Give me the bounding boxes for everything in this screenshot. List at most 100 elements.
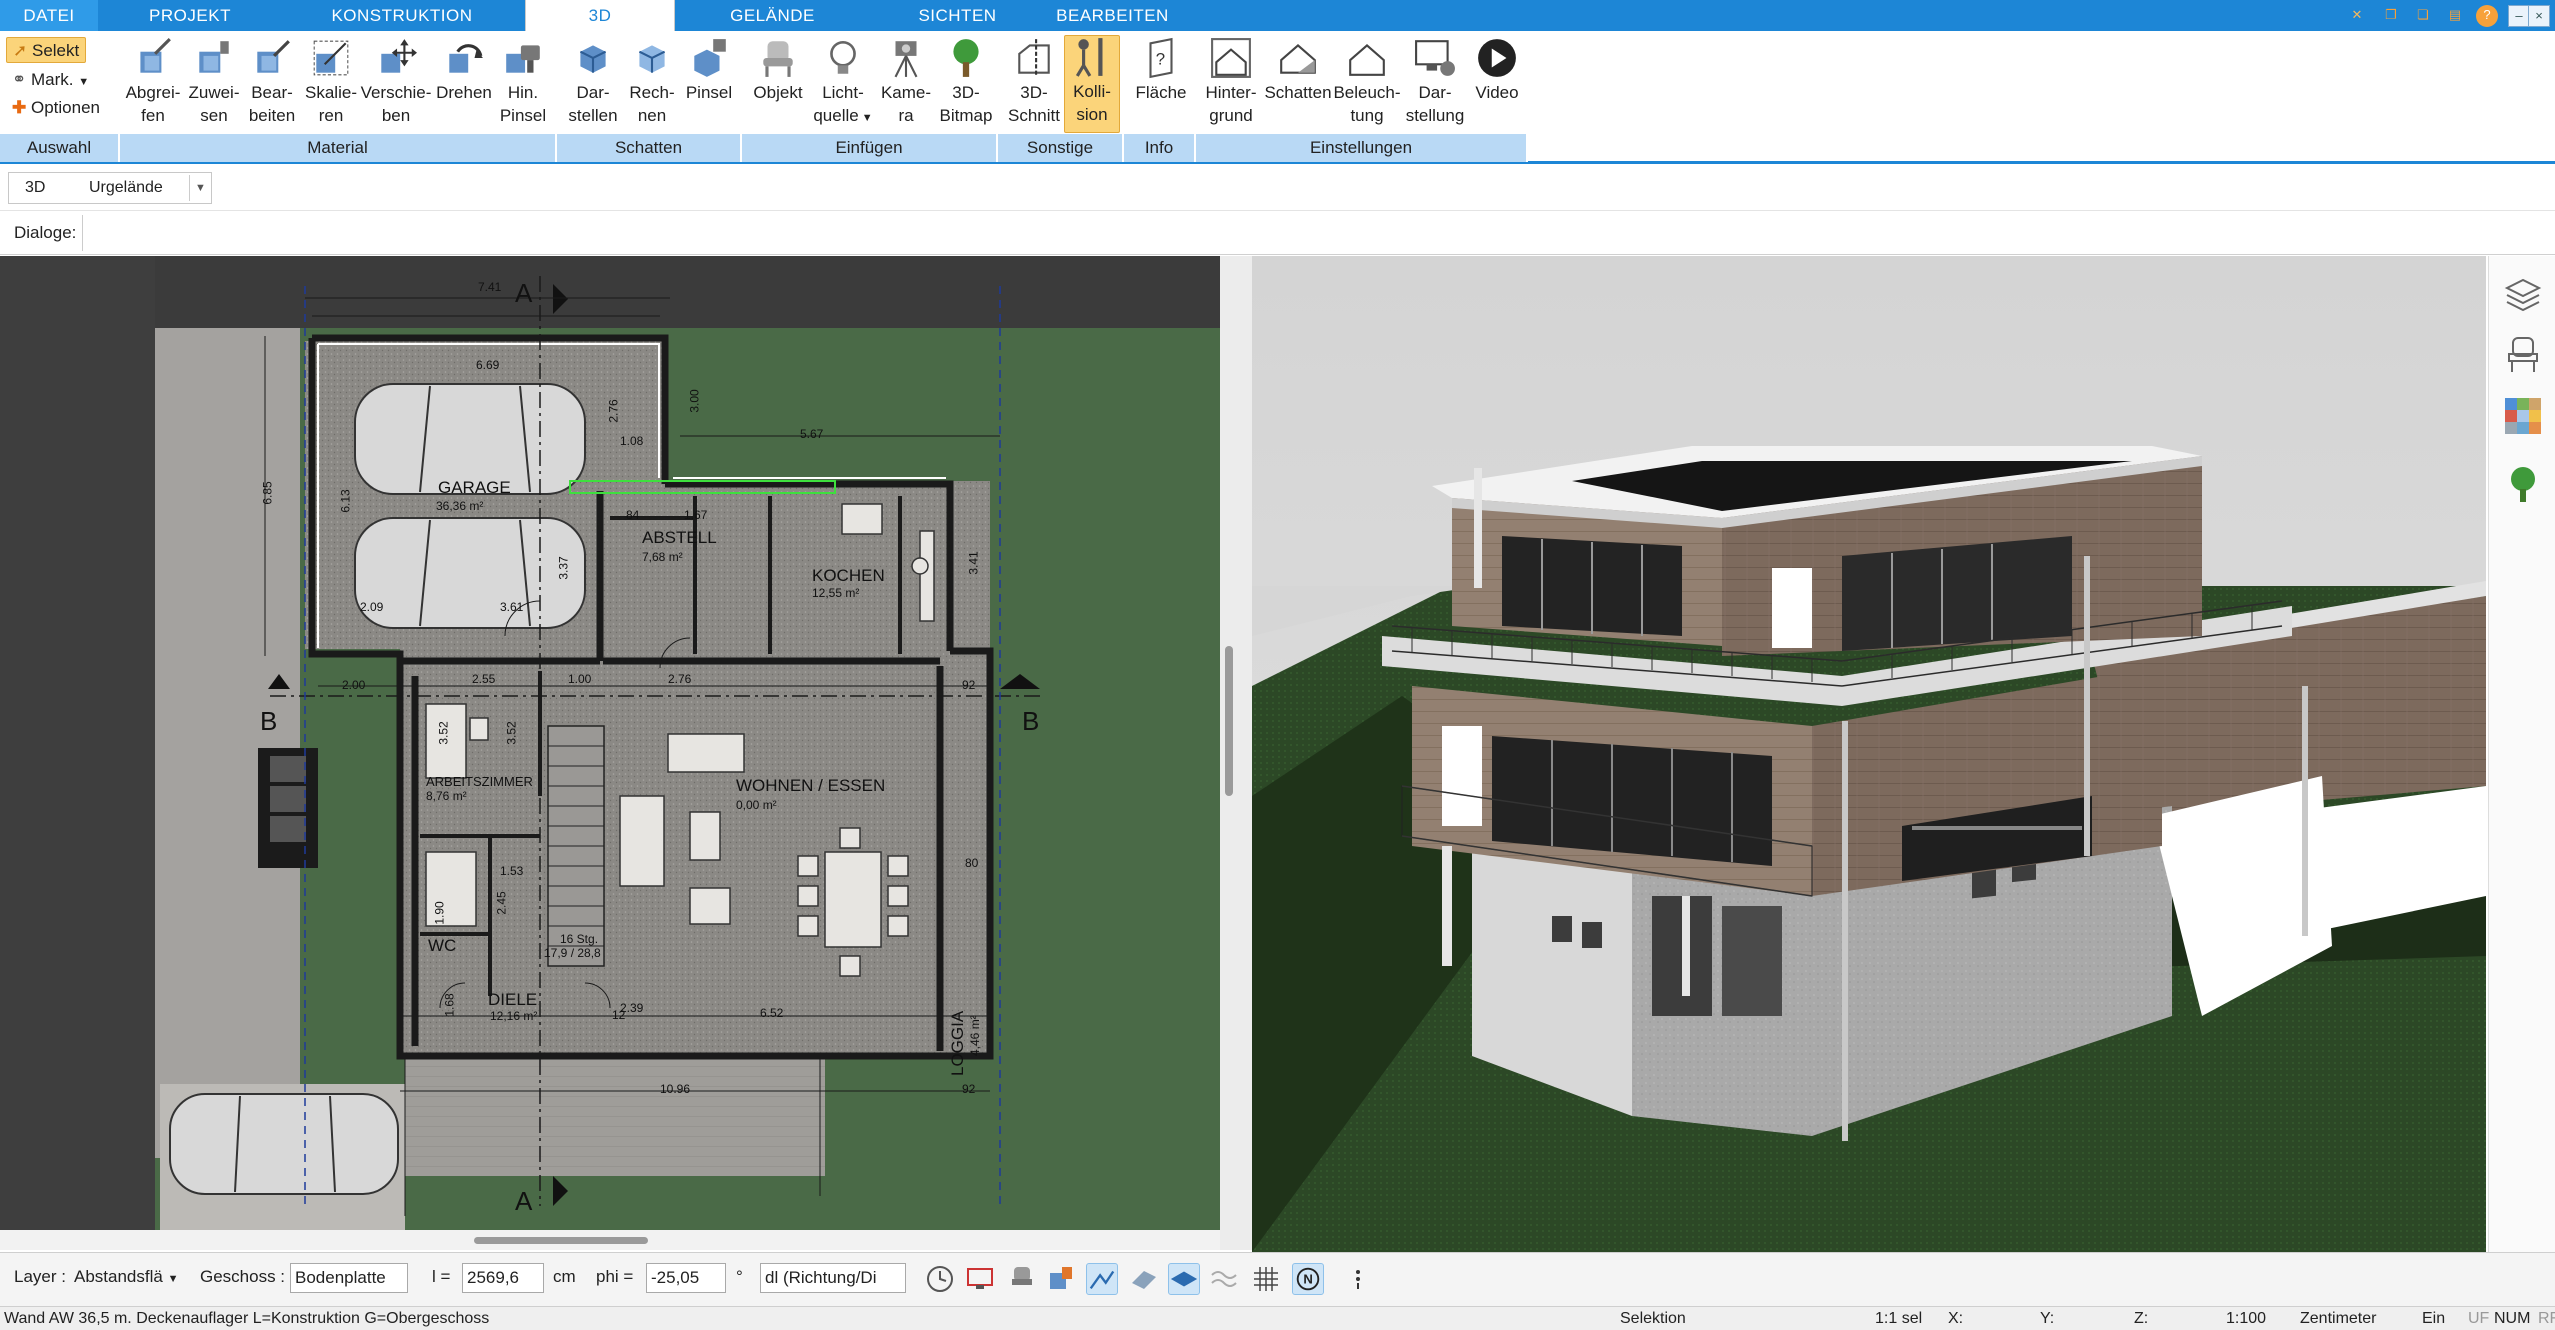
material-apply-icon[interactable]	[1046, 1263, 1078, 1295]
tools-icon[interactable]: ✕	[2346, 5, 2368, 27]
skalieren-button[interactable]: Skalie- ren	[302, 37, 360, 127]
beleuchtung-label-2: tung	[1350, 106, 1384, 125]
tab-bearbeiten[interactable]: BEARBEITEN	[1040, 0, 1185, 31]
verschieben-button[interactable]: Verschie- ben	[358, 37, 434, 127]
hatch-icon[interactable]	[1128, 1263, 1160, 1295]
bitmap3d-label-2: Bitmap	[939, 106, 993, 125]
layer-select[interactable]: Abstandsflä ▼	[70, 1263, 186, 1293]
darstellung-label-2: stellung	[1405, 106, 1465, 125]
tab-datei[interactable]: DATEI	[0, 0, 98, 31]
scrollbar-thumb[interactable]	[474, 1237, 648, 1244]
dim-label: 84	[626, 508, 640, 522]
plan-vertical-scrollbar-thumb[interactable]	[1225, 646, 1233, 796]
dim-label: 2.00	[342, 678, 366, 692]
plan-horizontal-scrollbar[interactable]	[0, 1230, 1220, 1250]
group-label-sonstige: Sonstige	[998, 134, 1124, 162]
bitmap3d-button[interactable]: 3D- Bitmap	[936, 37, 996, 127]
object-settings-icon[interactable]	[1006, 1263, 1038, 1295]
lichtquelle-button[interactable]: Licht- quelle ▼	[810, 37, 876, 130]
3d-view[interactable]	[1252, 256, 2486, 1252]
kamera-button[interactable]: Kame- ra	[876, 37, 936, 127]
window-close-button[interactable]: ×	[2528, 5, 2550, 27]
terrain-toggle-icon[interactable]	[1086, 1263, 1118, 1295]
hin-pinsel-button[interactable]: Hin. Pinsel	[496, 37, 550, 127]
optionen-button[interactable]: ✚ Optionen	[6, 95, 116, 121]
floor-plan-view[interactable]: A A B B GARAGE 36,36 m² ABSTELL 7,68 m² …	[0, 256, 1220, 1230]
layer-label: Layer :	[14, 1267, 66, 1286]
abgreifen-button[interactable]: Abgrei- fen	[120, 37, 186, 127]
move-icon	[381, 39, 417, 73]
monitor-icon[interactable]	[964, 1263, 996, 1295]
view-splitter[interactable]	[1220, 256, 1252, 1250]
plane-icon[interactable]	[1168, 1263, 1200, 1295]
room-kochen-area: 12,55 m²	[812, 586, 860, 600]
dim-label: 6.69	[476, 358, 500, 372]
north-arrow-icon[interactable]: N	[1292, 1263, 1324, 1295]
schatten-settings-button[interactable]: Schatten	[1262, 37, 1334, 104]
length-input[interactable]: 2569,6	[462, 1263, 544, 1293]
tab-3d[interactable]: 3D	[525, 0, 675, 32]
section-mark-b-left: B	[260, 706, 278, 736]
flaeche-button[interactable]: ? Fläche	[1130, 37, 1192, 104]
tile-windows-icon[interactable]: ❏	[2412, 5, 2434, 27]
tab-gelaende[interactable]: GELÄNDE	[700, 0, 845, 31]
cube-brush-icon	[694, 39, 726, 77]
mark-icon: ⚭	[12, 70, 27, 89]
wave-icon[interactable]	[1208, 1263, 1240, 1295]
pinsel-button[interactable]: Pinsel	[680, 37, 738, 104]
mark-button[interactable]: ⚭ Mark. ▼	[6, 67, 96, 93]
dim-label: 92	[962, 1082, 976, 1096]
phi-label: phi =	[596, 1267, 634, 1286]
video-button[interactable]: Video	[1468, 37, 1526, 104]
abgreifen-label-1: Abgrei-	[125, 83, 181, 102]
rechnen-button[interactable]: Rech- nen	[626, 37, 678, 127]
rechnen-label-2: nen	[637, 106, 667, 125]
darstellen-button[interactable]: Dar- stellen	[560, 37, 626, 127]
schnitt3d-button[interactable]: 3D- Schnitt	[1002, 37, 1066, 127]
cursor-icon: ➚	[13, 41, 28, 60]
ribbon: ➚ Selekt ⚭ Mark. ▼ ✚ Optionen Auswahl Ab…	[0, 31, 2555, 164]
clock-icon[interactable]	[924, 1263, 956, 1295]
plant-catalog-icon[interactable]	[2503, 464, 2543, 504]
material-palette-icon[interactable]	[2503, 396, 2543, 436]
layers-icon[interactable]	[2503, 274, 2543, 314]
status-bar: Wand AW 36,5 m. Deckenauflager L=Konstru…	[0, 1306, 2555, 1330]
house-background-icon	[1211, 38, 1251, 78]
tab-projekt[interactable]: PROJEKT	[120, 0, 260, 31]
hinpinsel-label-2: Pinsel	[499, 106, 547, 125]
tab-konstruktion[interactable]: KONSTRUKTION	[322, 0, 482, 31]
direction-select[interactable]: dl (Richtung/Di	[760, 1263, 906, 1293]
selekt-button[interactable]: ➚ Selekt	[6, 37, 86, 63]
terrain-select[interactable]: 3D Urgelände ▼	[8, 172, 212, 204]
darstellung-button[interactable]: Dar- stellung	[1400, 37, 1470, 127]
kollision-button[interactable]: Kolli- sion	[1064, 35, 1120, 133]
chair-catalog-icon[interactable]	[2503, 334, 2543, 374]
hintergrund-button[interactable]: Hinter- grund	[1200, 37, 1262, 127]
kollision-label-2: sion	[1076, 105, 1108, 124]
bearbeiten-button[interactable]: Bear- beiten	[242, 37, 302, 127]
window-list-icon[interactable]: ▤	[2444, 5, 2466, 27]
help-icon[interactable]: ?	[2476, 5, 2498, 27]
drehen-button[interactable]: Drehen	[432, 37, 496, 104]
length-value: 2569,6	[467, 1268, 519, 1287]
objekt-label: Objekt	[753, 83, 803, 102]
phi-input[interactable]: -25,05	[646, 1263, 726, 1293]
status-message: Wand AW 36,5 m. Deckenauflager L=Konstru…	[4, 1310, 490, 1327]
kollision-label-1: Kolli-	[1073, 82, 1111, 101]
more-options-icon[interactable]	[1342, 1263, 1374, 1295]
status-unit: Zentimeter	[2300, 1310, 2377, 1327]
geschoss-select[interactable]: Bodenplatte	[290, 1263, 408, 1293]
plus-icon: ✚	[12, 98, 27, 117]
objekt-button[interactable]: Objekt	[748, 37, 808, 104]
beleuchtung-button[interactable]: Beleuch- tung	[1332, 37, 1402, 127]
geschoss-label: Geschoss :	[200, 1267, 286, 1286]
dim-label: 6.13	[338, 489, 353, 513]
zuweisen-button[interactable]: Zuwei- sen	[186, 37, 242, 127]
dim-label: 2.55	[472, 672, 496, 686]
bearbeiten-label-2: beiten	[248, 106, 296, 125]
tab-sichten[interactable]: SICHTEN	[885, 0, 1030, 31]
dim-label: 2.45	[494, 891, 509, 915]
window-minimize-button[interactable]: –	[2508, 5, 2530, 27]
restore-window-icon[interactable]: ❐	[2380, 5, 2402, 27]
grid-icon[interactable]	[1250, 1263, 1282, 1295]
